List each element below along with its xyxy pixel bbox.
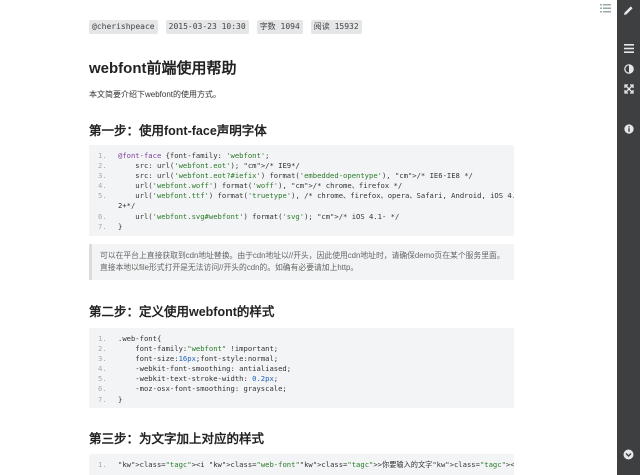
code-line: 1. "kw">class="tagc"><i "kw">class="web-f…	[89, 460, 514, 470]
code-line: 1. .web-font{	[89, 334, 514, 344]
code-text: url('webfont.woff') format('woff'), "cm"…	[118, 181, 403, 191]
author-tag[interactable]: @cherishpeace	[89, 20, 158, 34]
line-number: 5.	[98, 374, 107, 384]
line-number: 5.	[98, 191, 107, 201]
code-text: -webkit-text-stroke-width: 0.2px;	[118, 374, 279, 384]
views-tag: 阅读 15932	[310, 20, 362, 34]
code-line: 2. src: url('webfont.eot'); "cm">/* IE9*…	[89, 161, 514, 171]
code-line: 2. font-family:"webfont" !important;	[89, 344, 514, 354]
code-text: url('webfont.ttf') format('truetype'), /…	[118, 191, 514, 201]
code-text: font-size:16px;font-style:normal;	[118, 354, 279, 364]
note-blockquote: 可以在平台上直接获取到cdn地址替换。由于cdn地址以//开头，因此使用cdn地…	[89, 244, 514, 280]
scroll-down-icon[interactable]	[617, 449, 640, 464]
info-icon[interactable]	[617, 124, 640, 138]
code-block-step1: 1. @font-face {font-family: 'webfont'; 2. …	[89, 145, 514, 236]
code-block-step3: 1. "kw">class="tagc"><i "kw">class="web-f…	[89, 454, 514, 475]
line-number: 3.	[98, 354, 107, 364]
word-count-tag: 字数 1094	[256, 20, 303, 34]
code-line: 7.}	[89, 395, 514, 405]
code-line: 2+*/	[89, 201, 514, 211]
line-number: 7.	[98, 221, 107, 231]
page-title: webfont前端使用帮助	[89, 60, 237, 77]
code-text: src: url('webfont.eot?#iefix') format('e…	[118, 171, 473, 181]
step2-heading: 第二步：定义使用webfont的样式	[89, 305, 275, 319]
code-text: @font-face {font-family: 'webfont';	[118, 151, 270, 160]
code-text: 2+*/	[118, 201, 136, 211]
code-line: 5. url('webfont.ttf') format('truetype')…	[89, 191, 514, 201]
intro-text: 本文简要介绍下webfont的使用方式。	[89, 90, 222, 99]
step3-heading: 第三步：为文字加上对应的样式	[89, 432, 265, 446]
code-text: }	[118, 221, 123, 231]
code-line: 7.}	[89, 222, 514, 232]
code-block-step2: 1. .web-font{2. font-family:"webfont" !im…	[89, 328, 514, 408]
code-line: 6. -moz-osx-font-smoothing: grayscale;	[89, 384, 514, 394]
code-text: url('webfont.svg#webfont') format('svg')…	[118, 211, 400, 221]
code-line: 3. font-size:16px;font-style:normal;	[89, 354, 514, 364]
code-text: -moz-osx-font-smoothing: grayscale;	[118, 384, 287, 394]
code-line: 4. -webkit-font-smoothing: antialiased;	[89, 364, 514, 374]
line-number: 6.	[98, 211, 107, 221]
code-text: font-family:"webfont" !important;	[118, 344, 279, 354]
datetime-tag: 2015-03-23 10:30	[165, 20, 249, 34]
code-line: 6. url('webfont.svg#webfont') format('sv…	[89, 212, 514, 222]
step1-heading: 第一步：使用font-face声明字体	[89, 124, 267, 138]
code-line: 5. -webkit-text-stroke-width: 0.2px;	[89, 374, 514, 384]
edit-icon[interactable]	[617, 5, 640, 20]
list-icon[interactable]	[600, 4, 611, 16]
line-number: 4.	[98, 181, 107, 191]
code-text: .web-font{	[118, 334, 162, 343]
article: @cherishpeace 2015-03-23 10:30 字数 1094 阅…	[0, 0, 617, 475]
contrast-icon[interactable]	[617, 64, 640, 78]
line-number: 7.	[98, 394, 107, 404]
line-number: 2.	[98, 161, 107, 171]
article-meta: @cherishpeace 2015-03-23 10:30 字数 1094 阅…	[89, 20, 362, 34]
line-number: 3.	[98, 171, 107, 181]
line-number: 1.	[98, 334, 107, 343]
line-number: 6.	[98, 384, 107, 394]
fullscreen-icon[interactable]	[617, 84, 640, 98]
code-line: 1. @font-face {font-family: 'webfont';	[89, 151, 514, 161]
line-number: 4.	[98, 364, 107, 374]
line-number: 1.	[98, 151, 107, 160]
code-line: 3. src: url('webfont.eot?#iefix') format…	[89, 171, 514, 181]
code-text: }	[118, 394, 123, 404]
code-line: 4. url('webfont.woff') format('woff'), "…	[89, 181, 514, 191]
menu-icon[interactable]	[617, 44, 640, 57]
line-number: 1.	[98, 460, 107, 469]
line-number: 2.	[98, 344, 107, 354]
code-text: -webkit-font-smoothing: antialiased;	[118, 364, 292, 374]
right-toolbar	[617, 0, 640, 475]
code-text: "kw">class="tagc"><i "kw">class="web-fon…	[118, 460, 514, 469]
code-text: src: url('webfont.eot'); "cm">/* IE9*/	[118, 161, 300, 171]
